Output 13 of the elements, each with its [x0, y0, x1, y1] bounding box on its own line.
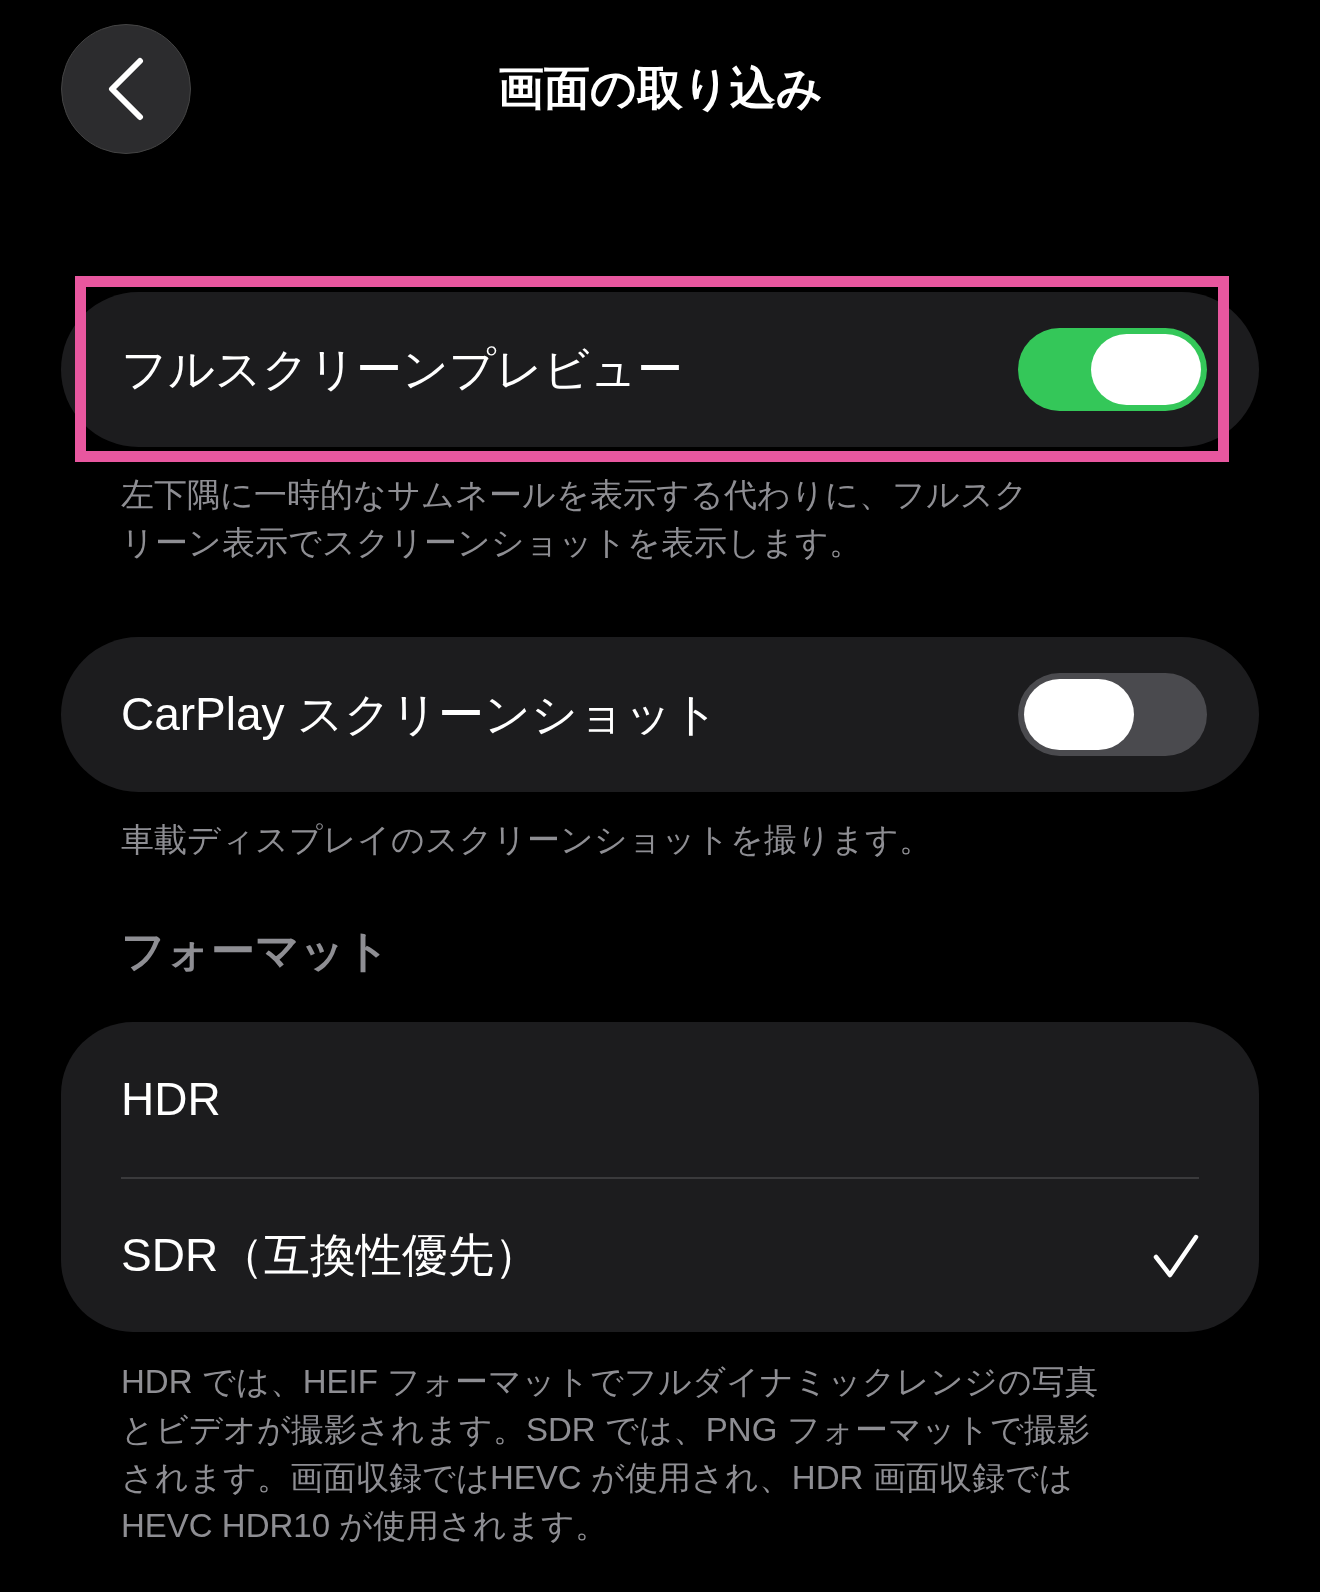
format-option[interactable]: HDR: [121, 1022, 1199, 1177]
setting-label: CarPlay スクリーンショット: [121, 687, 720, 742]
page-title: 画面の取り込み: [497, 60, 823, 116]
setting-description: 車載ディスプレイのスクリーンショットを撮ります。: [120, 820, 933, 860]
section-header: フォーマット: [120, 925, 391, 977]
format-description: HDR では、HEIF フォーマットでフルダイナミックレンジの写真とビデオが撮影されます。SDR では、PNG フォーマットで撮影されます。画面収録ではHEVC が使用され、HDR 画面収録ではHEVC HDR10 が使用されます。: [120, 1362, 1099, 1546]
setting-label: フルスクリーンプレビュー: [121, 342, 683, 397]
format-option[interactable]: SDR（互換性優先）: [121, 1177, 1199, 1332]
option-label: HDR: [121, 1072, 221, 1127]
option-label: SDR（互換性優先）: [121, 1228, 541, 1283]
back-icon: [106, 57, 146, 121]
checkmark-icon: [1153, 1232, 1199, 1279]
setting-description: 左下隅に一時的なサムネールを表示する代わりに、フルスクリーン表示でスクリーンショットを表示します。: [120, 475, 1029, 563]
